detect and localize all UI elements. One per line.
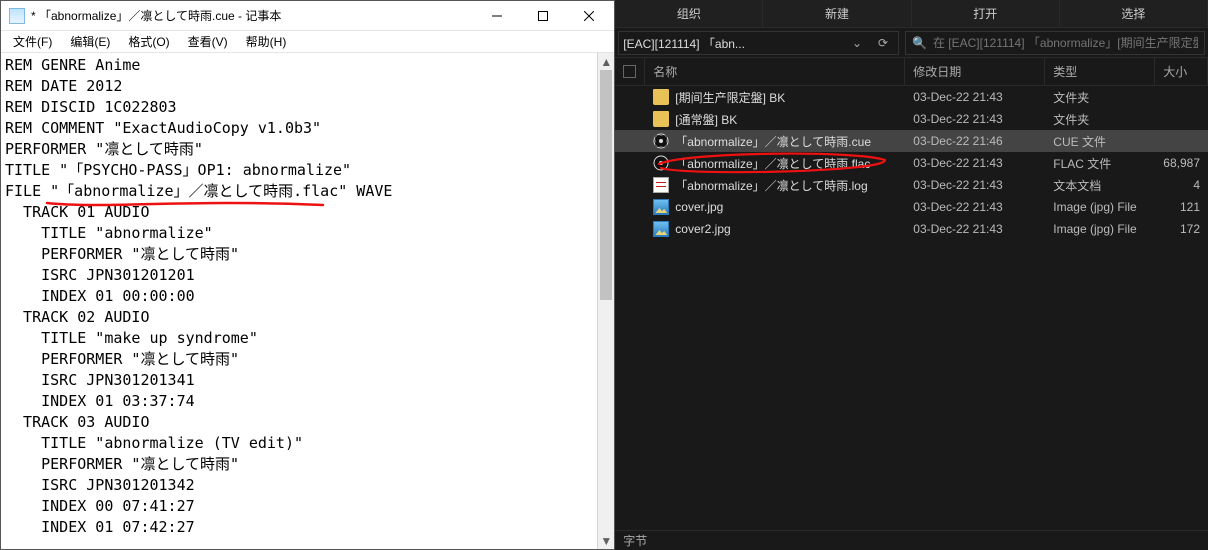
notepad-textarea[interactable]: REM GENRE Anime REM DATE 2012 REM DISCID… bbox=[1, 53, 614, 549]
scroll-up-arrow[interactable]: ▲ bbox=[598, 53, 614, 70]
address-bar[interactable]: [EAC][121114] 「abn... ⌄ ⟳ bbox=[618, 31, 899, 55]
ribbon-select[interactable]: 选择 bbox=[1060, 0, 1208, 27]
row-size: 121 bbox=[1155, 200, 1208, 214]
column-header-size[interactable]: 大小 bbox=[1155, 58, 1208, 85]
search-box[interactable]: 🔍 bbox=[905, 31, 1205, 55]
vertical-scrollbar[interactable]: ▲ ▼ bbox=[597, 53, 614, 549]
menu-help[interactable]: 帮助(H) bbox=[238, 31, 295, 52]
row-date: 03-Dec-22 21:43 bbox=[905, 112, 1045, 126]
row-date: 03-Dec-22 21:43 bbox=[905, 200, 1045, 214]
scroll-thumb[interactable] bbox=[600, 70, 612, 300]
search-input[interactable] bbox=[933, 36, 1198, 50]
row-date: 03-Dec-22 21:43 bbox=[905, 222, 1045, 236]
row-name-cell[interactable]: 「abnormalize」／凛として時雨.flac bbox=[645, 155, 905, 172]
row-filename: 「abnormalize」／凛として時雨.flac bbox=[675, 155, 870, 172]
notepad-menubar: 文件(F) 编辑(E) 格式(O) 查看(V) 帮助(H) bbox=[1, 31, 614, 53]
status-bar: 字节 bbox=[615, 530, 1208, 550]
explorer-address-search-row: [EAC][121114] 「abn... ⌄ ⟳ 🔍 bbox=[615, 28, 1208, 58]
file-row[interactable]: [期间生产限定盤] BK 03-Dec-22 21:43文件夹 bbox=[615, 86, 1208, 108]
row-name-cell[interactable]: 「abnormalize」／凛として時雨.cue bbox=[645, 133, 905, 150]
minimize-button[interactable] bbox=[474, 1, 520, 31]
row-type: 文件夹 bbox=[1045, 89, 1155, 106]
row-type: CUE 文件 bbox=[1045, 133, 1155, 150]
menu-file[interactable]: 文件(F) bbox=[5, 31, 60, 52]
row-name-cell[interactable]: 「abnormalize」／凛として時雨.log bbox=[645, 177, 905, 194]
log-icon bbox=[653, 177, 669, 193]
row-size: 4 bbox=[1155, 178, 1208, 192]
row-date: 03-Dec-22 21:46 bbox=[905, 134, 1045, 148]
file-row[interactable]: cover.jpg 03-Dec-22 21:43Image (jpg) File… bbox=[615, 196, 1208, 218]
row-date: 03-Dec-22 21:43 bbox=[905, 90, 1045, 104]
file-row[interactable]: cover2.jpg 03-Dec-22 21:43Image (jpg) Fil… bbox=[615, 218, 1208, 240]
file-list: [期间生产限定盤] BK03-Dec-22 21:43文件夹[通常盤] BK03… bbox=[615, 86, 1208, 530]
notepad-title: * 「abnormalize」／凛として時雨.cue - 记事本 bbox=[31, 7, 474, 24]
window-buttons bbox=[474, 1, 612, 31]
file-row[interactable]: 「abnormalize」／凛として時雨.log 03-Dec-22 21:43文… bbox=[615, 174, 1208, 196]
notepad-body: REM GENRE Anime REM DATE 2012 REM DISCID… bbox=[1, 53, 614, 549]
notepad-app-icon bbox=[9, 8, 25, 24]
menu-edit[interactable]: 编辑(E) bbox=[62, 31, 118, 52]
row-name-cell[interactable]: [期间生产限定盤] BK bbox=[645, 89, 905, 106]
row-name-cell[interactable]: cover.jpg bbox=[645, 199, 905, 215]
scroll-down-arrow[interactable]: ▼ bbox=[598, 532, 614, 549]
row-filename: 「abnormalize」／凛として時雨.cue bbox=[675, 133, 871, 150]
folder-icon bbox=[653, 111, 669, 127]
status-text: 字节 bbox=[623, 532, 647, 549]
menu-format[interactable]: 格式(O) bbox=[120, 31, 177, 52]
row-type: Image (jpg) File bbox=[1045, 222, 1155, 236]
row-type: FLAC 文件 bbox=[1045, 155, 1155, 172]
explorer-window: 组织 新建 打开 选择 [EAC][121114] 「abn... ⌄ ⟳ 🔍 … bbox=[615, 0, 1208, 550]
row-filename: 「abnormalize」／凛として時雨.log bbox=[675, 177, 867, 194]
ribbon-organize[interactable]: 组织 bbox=[615, 0, 763, 27]
file-row[interactable]: [通常盤] BK 03-Dec-22 21:43文件夹 bbox=[615, 108, 1208, 130]
row-filename: cover.jpg bbox=[675, 200, 723, 214]
row-filename: cover2.jpg bbox=[675, 222, 730, 236]
row-type: Image (jpg) File bbox=[1045, 200, 1155, 214]
row-date: 03-Dec-22 21:43 bbox=[905, 178, 1045, 192]
row-type: 文件夹 bbox=[1045, 111, 1155, 128]
address-dropdown-icon[interactable]: ⌄ bbox=[846, 36, 868, 50]
column-header-name[interactable]: 名称 bbox=[645, 58, 905, 85]
row-name-cell[interactable]: cover2.jpg bbox=[645, 221, 905, 237]
flac-icon bbox=[653, 155, 669, 171]
column-header-type[interactable]: 类型 bbox=[1045, 58, 1155, 85]
row-size: 68,987 bbox=[1155, 156, 1208, 170]
jpg-icon bbox=[653, 221, 669, 237]
ribbon-open[interactable]: 打开 bbox=[912, 0, 1060, 27]
menu-view[interactable]: 查看(V) bbox=[180, 31, 236, 52]
search-icon: 🔍 bbox=[912, 36, 927, 50]
row-filename: [期间生产限定盤] BK bbox=[675, 89, 785, 106]
column-header-date[interactable]: 修改日期 bbox=[905, 58, 1045, 85]
explorer-ribbon: 组织 新建 打开 选择 bbox=[615, 0, 1208, 28]
column-header-row: 名称 修改日期 类型 大小 bbox=[615, 58, 1208, 86]
notepad-titlebar[interactable]: * 「abnormalize」／凛として時雨.cue - 记事本 bbox=[1, 1, 614, 31]
row-size: 172 bbox=[1155, 222, 1208, 236]
address-refresh-icon[interactable]: ⟳ bbox=[872, 36, 894, 50]
cue-icon bbox=[653, 133, 669, 149]
address-text: [EAC][121114] 「abn... bbox=[623, 35, 842, 52]
row-filename: [通常盤] BK bbox=[675, 111, 737, 128]
folder-icon bbox=[653, 89, 669, 105]
file-row[interactable]: 「abnormalize」／凛として時雨.flac 03-Dec-22 21:43… bbox=[615, 152, 1208, 174]
file-row[interactable]: 「abnormalize」／凛として時雨.cue 03-Dec-22 21:46C… bbox=[615, 130, 1208, 152]
close-button[interactable] bbox=[566, 1, 612, 31]
row-type: 文本文档 bbox=[1045, 177, 1155, 194]
row-date: 03-Dec-22 21:43 bbox=[905, 156, 1045, 170]
maximize-button[interactable] bbox=[520, 1, 566, 31]
column-header-checkbox[interactable] bbox=[615, 58, 645, 85]
row-name-cell[interactable]: [通常盤] BK bbox=[645, 111, 905, 128]
jpg-icon bbox=[653, 199, 669, 215]
ribbon-new[interactable]: 新建 bbox=[763, 0, 911, 27]
notepad-window: * 「abnormalize」／凛として時雨.cue - 记事本 文件(F) 编… bbox=[0, 0, 615, 550]
